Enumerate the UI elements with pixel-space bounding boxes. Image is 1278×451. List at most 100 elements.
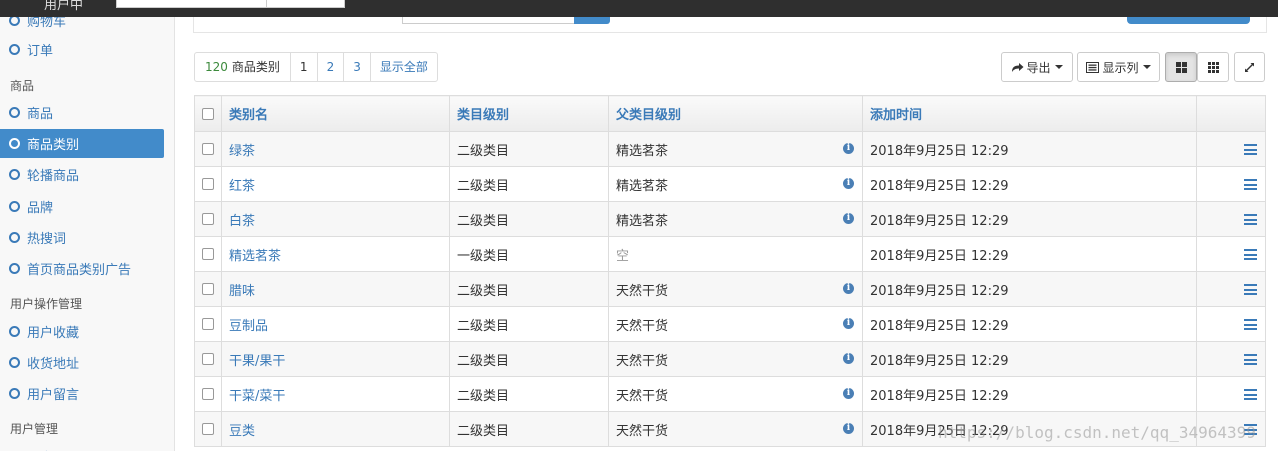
parent-category-value: 精选茗茶 bbox=[616, 213, 669, 229]
sidebar-item[interactable]: 用户 bbox=[0, 442, 164, 451]
column-header-level[interactable]: 类目级别 bbox=[449, 95, 609, 132]
table-row[interactable]: 干菜/菜干 二级类目 天然干货 i 2018年9月25日 12:29 bbox=[194, 376, 1266, 412]
circle-icon bbox=[9, 263, 20, 274]
row-checkbox[interactable] bbox=[202, 283, 214, 295]
row-select-cell bbox=[194, 306, 222, 342]
columns-button[interactable]: 显示列 bbox=[1077, 52, 1160, 82]
column-header-time[interactable]: 添加时间 bbox=[862, 95, 1197, 132]
page-1[interactable]: 1 bbox=[289, 53, 317, 81]
list-icon[interactable] bbox=[1244, 284, 1257, 295]
info-icon[interactable]: i bbox=[843, 213, 854, 224]
category-name-link[interactable]: 豆类 bbox=[229, 424, 255, 439]
page-2[interactable]: 2 bbox=[316, 53, 344, 81]
fullscreen-button[interactable] bbox=[1234, 52, 1265, 82]
category-name-link[interactable]: 干菜/菜干 bbox=[229, 389, 285, 404]
add-time-cell: 2018年9月25日 12:29 bbox=[862, 166, 1197, 202]
add-button[interactable] bbox=[1127, 17, 1250, 24]
info-icon[interactable]: i bbox=[843, 423, 854, 434]
category-name-link[interactable]: 腊味 bbox=[229, 284, 255, 299]
row-checkbox[interactable] bbox=[202, 353, 214, 365]
circle-icon bbox=[9, 357, 20, 369]
sidebar-item[interactable]: 品牌 bbox=[0, 192, 164, 221]
sidebar-item[interactable]: 商品 bbox=[0, 98, 164, 127]
table-row[interactable]: 精选茗茶 一级类目空 2018年9月25日 12:29 bbox=[194, 236, 1266, 272]
parent-category-value: 天然干货 bbox=[616, 353, 669, 369]
sidebar-item[interactable]: 购物车 bbox=[0, 17, 164, 35]
card-view-button[interactable] bbox=[1165, 52, 1197, 82]
sidebar-item[interactable]: 商品类别 bbox=[0, 129, 164, 159]
info-icon[interactable]: i bbox=[843, 143, 854, 154]
table-view-button[interactable] bbox=[1197, 52, 1229, 82]
row-checkbox[interactable] bbox=[202, 213, 214, 225]
info-icon[interactable]: i bbox=[843, 178, 854, 189]
topbar-title[interactable]: 用户中 bbox=[44, 0, 83, 13]
category-level-cell: 一级类目 bbox=[449, 236, 609, 272]
list-icon[interactable] bbox=[1244, 249, 1257, 260]
row-checkbox[interactable] bbox=[202, 318, 214, 330]
sidebar-item[interactable]: 订单 bbox=[0, 35, 164, 64]
info-icon[interactable]: i bbox=[843, 318, 854, 329]
parent-category-value: 精选茗茶 bbox=[616, 178, 669, 194]
topbar-search-input[interactable] bbox=[116, 0, 268, 8]
table-row[interactable]: 干果/果干 二级类目 天然干货 i 2018年9月25日 12:29 bbox=[194, 341, 1266, 377]
top-navbar: 用户中 bbox=[0, 0, 1278, 17]
table-row[interactable]: 豆制品 二级类目 天然干货 i 2018年9月25日 12:29 bbox=[194, 306, 1266, 342]
search-button[interactable] bbox=[574, 17, 610, 24]
sidebar-item-label: 收货地址 bbox=[27, 357, 80, 373]
row-select-cell bbox=[194, 341, 222, 377]
info-icon[interactable]: i bbox=[843, 388, 854, 399]
table-row[interactable]: 白茶 二级类目 精选茗茶 i 2018年9月25日 12:29 bbox=[194, 201, 1266, 237]
list-icon[interactable] bbox=[1244, 319, 1257, 330]
parent-category-cell: 天然干货 i bbox=[608, 341, 863, 377]
sidebar-item-label: 用户 bbox=[27, 447, 53, 451]
category-level-cell: 二级类目 bbox=[449, 376, 609, 412]
list-icon[interactable] bbox=[1244, 354, 1257, 365]
category-name-link[interactable]: 红茶 bbox=[229, 179, 255, 194]
row-actions-cell bbox=[1196, 131, 1266, 167]
parent-category-value: 精选茗茶 bbox=[616, 143, 669, 159]
list-icon[interactable] bbox=[1244, 144, 1257, 155]
sidebar-section-heading: 用户操作管理 bbox=[10, 297, 83, 311]
sidebar-item[interactable]: 轮播商品 bbox=[0, 160, 164, 189]
search-input[interactable] bbox=[402, 17, 576, 24]
column-header-name[interactable]: 类别名 bbox=[221, 95, 450, 132]
grid-small-icon bbox=[1207, 61, 1219, 73]
row-checkbox[interactable] bbox=[202, 423, 214, 435]
sidebar-item-label: 购物车 bbox=[27, 17, 67, 30]
category-name-link[interactable]: 精选茗茶 bbox=[229, 249, 281, 264]
category-name-link[interactable]: 豆制品 bbox=[229, 319, 268, 334]
sidebar-item[interactable]: 首页商品类别广告 bbox=[0, 254, 164, 283]
page-3[interactable]: 3 bbox=[343, 53, 370, 81]
row-checkbox[interactable] bbox=[202, 178, 214, 190]
row-checkbox[interactable] bbox=[202, 143, 214, 155]
list-icon[interactable] bbox=[1244, 179, 1257, 190]
sidebar-item[interactable]: 用户留言 bbox=[0, 379, 164, 408]
info-icon[interactable]: i bbox=[843, 353, 854, 364]
topbar-button[interactable] bbox=[266, 0, 345, 8]
category-name-link[interactable]: 干果/果干 bbox=[229, 354, 285, 369]
row-checkbox[interactable] bbox=[202, 248, 214, 260]
column-header-parent[interactable]: 父类目级别 bbox=[608, 95, 863, 132]
sidebar-item[interactable]: 热搜词 bbox=[0, 223, 164, 252]
sidebar-item[interactable]: 用户收藏 bbox=[0, 317, 164, 346]
table-row[interactable]: 绿茶 二级类目 精选茗茶 i 2018年9月25日 12:29 bbox=[194, 131, 1266, 167]
select-all-checkbox[interactable] bbox=[202, 107, 214, 120]
list-icon[interactable] bbox=[1244, 214, 1257, 225]
show-all-link[interactable]: 显示全部 bbox=[369, 53, 437, 81]
share-icon bbox=[1012, 62, 1024, 72]
parent-category-cell: 精选茗茶 i bbox=[608, 166, 863, 202]
row-checkbox[interactable] bbox=[202, 388, 214, 400]
table-row[interactable]: 腊味 二级类目 天然干货 i 2018年9月25日 12:29 bbox=[194, 271, 1266, 307]
row-actions-cell bbox=[1196, 236, 1266, 272]
row-select-cell bbox=[194, 201, 222, 237]
total-count: 120 商品类别 bbox=[205, 60, 280, 74]
export-button[interactable]: 导出 bbox=[1001, 52, 1073, 82]
sidebar-item[interactable]: 收货地址 bbox=[0, 348, 164, 377]
list-icon[interactable] bbox=[1244, 389, 1257, 400]
table-row[interactable]: 红茶 二级类目 精选茗茶 i 2018年9月25日 12:29 bbox=[194, 166, 1266, 202]
category-name-link[interactable]: 绿茶 bbox=[229, 144, 255, 159]
category-name-link[interactable]: 白茶 bbox=[229, 214, 255, 229]
search-panel bbox=[193, 17, 1267, 33]
row-select-cell bbox=[194, 376, 222, 412]
info-icon[interactable]: i bbox=[843, 283, 854, 294]
